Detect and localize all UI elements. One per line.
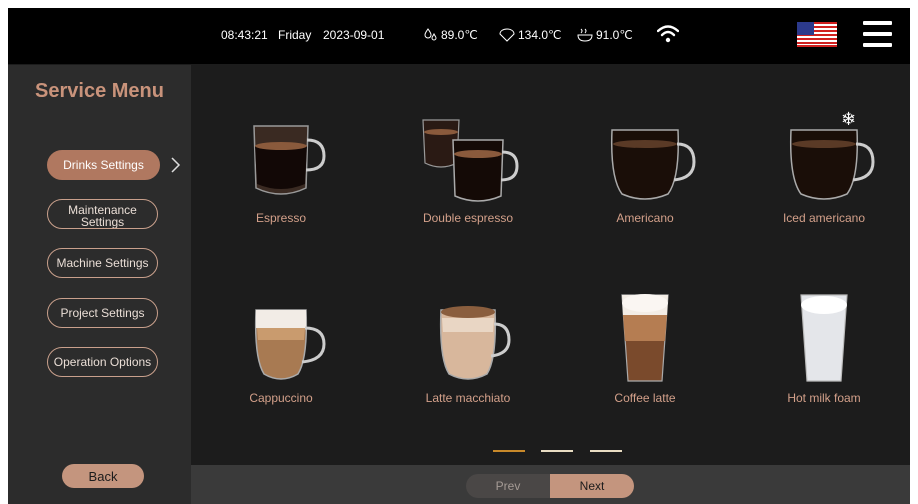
- us-flag-icon[interactable]: [797, 22, 837, 47]
- snowflake-icon: ❄: [841, 109, 857, 129]
- drink-label: Cappuccino: [249, 391, 313, 405]
- status-bar: 08:43:21 Friday 2023-09-01 89.0℃ 134.0℃ …: [8, 8, 910, 64]
- sidebar-item-project-settings[interactable]: Project Settings: [47, 298, 158, 328]
- sidebar-title: Service Menu: [35, 80, 164, 102]
- sidebar-item-machine-settings[interactable]: Machine Settings: [47, 248, 158, 278]
- page-dot-3[interactable]: [590, 450, 622, 452]
- prev-button[interactable]: Prev: [466, 474, 550, 498]
- steam-temp-value: 134.0℃: [518, 28, 562, 42]
- drink-label: Hot milk foam: [787, 391, 861, 405]
- coffee-machine-screen: 08:43:21 Friday 2023-09-01 89.0℃ 134.0℃ …: [8, 8, 910, 504]
- page-dot-2[interactable]: [541, 450, 573, 452]
- menu-icon[interactable]: [863, 21, 892, 48]
- sidebar-item-operation-options[interactable]: Operation Options: [47, 347, 158, 377]
- page-indicator: [191, 450, 910, 454]
- double-espresso-cup-icon: [422, 119, 519, 202]
- drink-espresso[interactable]: Espresso: [196, 118, 366, 225]
- coffee-latte-glass-icon: [621, 294, 669, 382]
- date: 2023-09-01: [323, 28, 385, 42]
- wifi-icon[interactable]: [657, 25, 679, 43]
- espresso-cup-icon: [253, 125, 326, 195]
- page-dot-1[interactable]: [493, 450, 525, 452]
- cappuccino-mug-icon: [254, 309, 326, 380]
- water-temp-value: 89.0℃: [441, 28, 478, 42]
- cup-temp-value: 91.0℃: [596, 28, 633, 42]
- back-button[interactable]: Back: [62, 464, 144, 488]
- pager: Prev Next: [466, 474, 634, 498]
- hot-cup-icon: [577, 28, 593, 42]
- sidebar-item-maintenance-settings[interactable]: Maintenance Settings: [47, 199, 158, 229]
- americano-mug-icon: [610, 129, 696, 200]
- water-drops-icon: [424, 28, 437, 41]
- sidebar-item-drinks-settings[interactable]: Drinks Settings: [47, 150, 160, 180]
- drink-label: Coffee latte: [614, 391, 676, 405]
- drink-label: Latte macchiato: [425, 391, 511, 405]
- water-temp: 89.0℃: [424, 28, 478, 42]
- bottom-bar: Prev Next: [191, 465, 910, 504]
- drink-latte-macchiato[interactable]: Latte macchiato: [383, 298, 553, 405]
- drink-double-espresso[interactable]: Double espresso: [383, 118, 553, 225]
- next-button[interactable]: Next: [550, 474, 634, 498]
- drink-label: Americano: [616, 211, 674, 225]
- drink-americano[interactable]: Americano: [560, 118, 730, 225]
- steam-icon: [499, 28, 515, 42]
- drink-coffee-latte[interactable]: Coffee latte: [560, 293, 730, 405]
- drinks-grid: Espresso Double espresso Americano Iced …: [191, 65, 910, 465]
- sidebar: Service Menu Drinks Settings Maintenance…: [8, 65, 191, 504]
- drink-label: Espresso: [255, 211, 307, 225]
- steam-temp: 134.0℃: [499, 28, 562, 42]
- drink-iced-americano[interactable]: Iced americano: [739, 118, 909, 225]
- iced-americano-mug-icon: [789, 129, 875, 200]
- drink-label: Iced americano: [782, 211, 866, 225]
- drink-label: Double espresso: [422, 211, 514, 225]
- cup-temp: 91.0℃: [577, 28, 633, 42]
- drink-hot-milk-foam[interactable]: Hot milk foam: [739, 293, 909, 405]
- latte-macchiato-cup-icon: [439, 306, 511, 380]
- chevron-right-icon: [171, 157, 181, 173]
- clock-time: 08:43:21: [221, 28, 268, 42]
- hot-milk-foam-glass-icon: [800, 294, 848, 382]
- weekday: Friday: [278, 28, 312, 42]
- drink-cappuccino[interactable]: Cappuccino: [196, 298, 366, 405]
